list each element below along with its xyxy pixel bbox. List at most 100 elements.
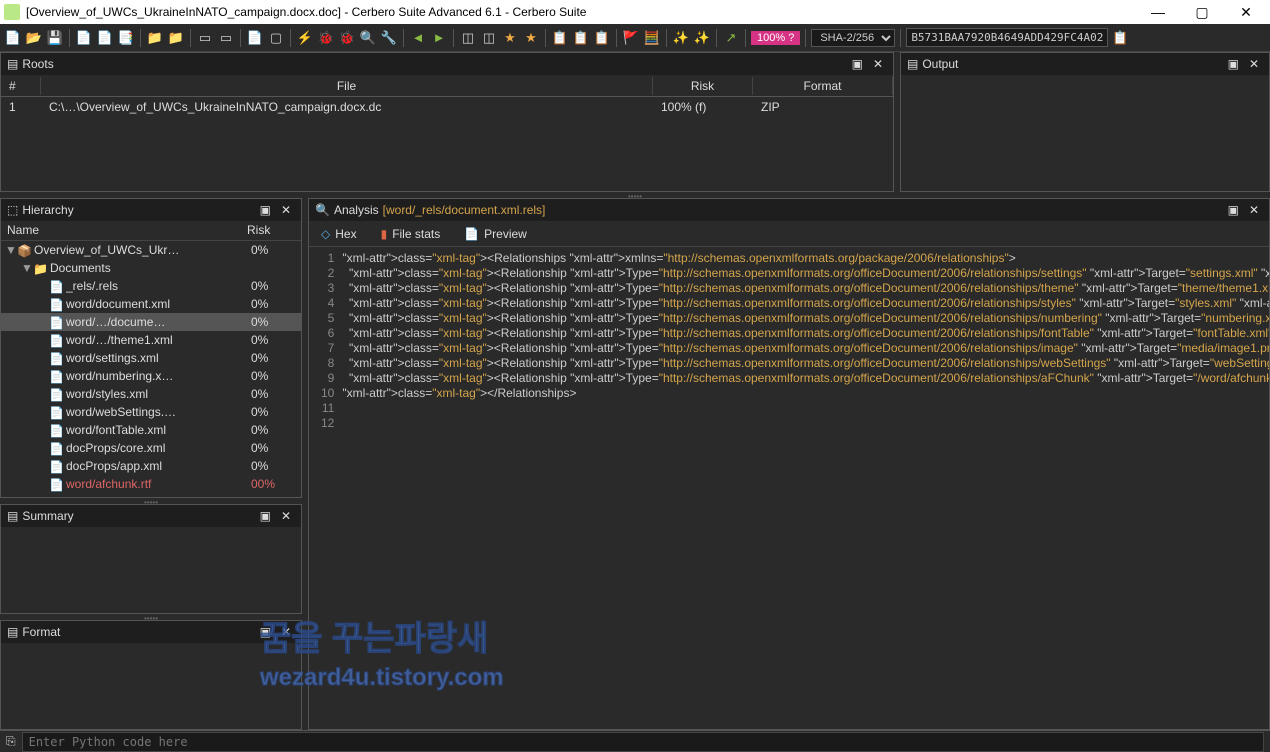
new-icon[interactable]: 📄 xyxy=(4,29,22,47)
col-risk[interactable]: Risk xyxy=(653,77,753,95)
tree-item[interactable]: 📄word/styles.xml0% xyxy=(1,385,301,403)
wand2-icon[interactable]: ✨ xyxy=(693,29,711,47)
panel-close-icon[interactable]: ✕ xyxy=(1245,57,1263,71)
folder-icon[interactable]: 📁 xyxy=(146,29,164,47)
back-icon[interactable]: ◄ xyxy=(409,29,427,47)
tree-item[interactable]: 📄docProps/core.xml0% xyxy=(1,439,301,457)
file-icon: 📄 xyxy=(49,352,63,364)
tree-item-label: word/…/theme1.xml xyxy=(66,333,251,347)
hierarchy-tree[interactable]: ▼📦Overview_of_UWCs_Ukr…0%▼📁Documents📄_re… xyxy=(1,241,301,497)
flag-icon[interactable]: 🚩 xyxy=(622,29,640,47)
col-num[interactable]: # xyxy=(1,77,41,95)
summary-header: ▤ Summary ▣✕ xyxy=(1,505,301,527)
copy-hash-icon[interactable]: 📋 xyxy=(1111,29,1129,47)
tree-item[interactable]: ▼📁Documents xyxy=(1,259,301,277)
panel-close-icon[interactable]: ✕ xyxy=(869,57,887,71)
tree-item-risk: 0% xyxy=(251,243,301,257)
tree-item[interactable]: 📄word/webSettings.…0% xyxy=(1,403,301,421)
star2-icon[interactable]: ★ xyxy=(522,29,540,47)
analysis-panel: 🔍 Analysis [word/_rels/document.xml.rels… xyxy=(308,198,1270,730)
tree-toggle-icon[interactable]: ▼ xyxy=(5,243,17,257)
tree-item[interactable]: ▼📦Overview_of_UWCs_Ukr…0% xyxy=(1,241,301,259)
tree-item[interactable]: 📄word/…/theme1.xml0% xyxy=(1,331,301,349)
panel-undock-icon[interactable]: ▣ xyxy=(256,509,275,523)
tree-item[interactable]: 📄word/settings.xml0% xyxy=(1,349,301,367)
ico3-icon[interactable]: 📋 xyxy=(593,29,611,47)
tool-icon[interactable]: 🔧 xyxy=(380,29,398,47)
panel-close-icon[interactable]: ✕ xyxy=(277,625,295,639)
doc-icon[interactable]: 📄 xyxy=(75,29,93,47)
hex-icon: ◇ xyxy=(321,227,330,241)
panel-undock-icon[interactable]: ▣ xyxy=(848,57,867,71)
panel-close-icon[interactable]: ✕ xyxy=(277,203,295,217)
tree-item[interactable]: 📄word/afchunk.rtf00% xyxy=(1,475,301,493)
bolt-icon[interactable]: ⚡ xyxy=(296,29,314,47)
col-risk[interactable]: Risk xyxy=(241,221,301,240)
tree-item[interactable]: 📄word/numbering.x…0% xyxy=(1,367,301,385)
run-icon[interactable]: ↗ xyxy=(722,29,740,47)
tab-filestats[interactable]: ▮File stats xyxy=(375,224,447,244)
panel-close-icon[interactable]: ✕ xyxy=(1245,203,1263,217)
doc2-icon[interactable]: 📄 xyxy=(96,29,114,47)
tree-item[interactable]: 📄word/…/docume…0% xyxy=(1,313,301,331)
panel-close-icon[interactable]: ✕ xyxy=(277,509,295,523)
bug2-icon[interactable]: 🐞 xyxy=(338,29,356,47)
search-icon[interactable]: 🔍 xyxy=(359,29,377,47)
win-icon[interactable]: ▭ xyxy=(196,29,214,47)
close-button[interactable]: ✕ xyxy=(1234,0,1258,24)
doc-icon: 📦 xyxy=(17,244,31,256)
tree-item[interactable]: 📄docProps/app.xml0% xyxy=(1,457,301,475)
output-title: Output xyxy=(922,57,958,71)
tree-toggle-icon[interactable]: ▼ xyxy=(21,261,33,275)
panel-undock-icon[interactable]: ▣ xyxy=(1224,57,1243,71)
output-icon: ▤ xyxy=(907,57,918,71)
db2-icon[interactable]: ◫ xyxy=(480,29,498,47)
python-input[interactable] xyxy=(22,732,1264,752)
star-icon[interactable]: ★ xyxy=(501,29,519,47)
tree-item-label: docProps/app.xml xyxy=(66,459,251,473)
calc-icon[interactable]: 🧮 xyxy=(643,29,661,47)
db-icon[interactable]: ◫ xyxy=(459,29,477,47)
doc3-icon[interactable]: 📑 xyxy=(117,29,135,47)
panel-undock-icon[interactable]: ▣ xyxy=(256,203,275,217)
page-icon[interactable]: 📄 xyxy=(246,29,264,47)
panel-undock-icon[interactable]: ▣ xyxy=(1224,203,1243,217)
tree-item-label: docProps/core.xml xyxy=(66,441,251,455)
tree-item[interactable]: 📄_rels/.rels0% xyxy=(1,277,301,295)
save-icon[interactable]: 💾 xyxy=(46,29,64,47)
wand-icon[interactable]: ✨ xyxy=(672,29,690,47)
page2-icon[interactable]: ▢ xyxy=(267,29,285,47)
file-icon: 📄 xyxy=(49,406,63,418)
win2-icon[interactable]: ▭ xyxy=(217,29,235,47)
cell-risk: 100% (f) xyxy=(653,98,753,116)
bug-icon[interactable]: 🐞 xyxy=(317,29,335,47)
folder2-icon[interactable]: 📁 xyxy=(167,29,185,47)
stats-icon: ▮ xyxy=(381,227,388,241)
folder-icon: 📁 xyxy=(33,262,47,274)
roots-row[interactable]: 1 C:\…\Overview_of_UWCs_UkraineInNATO_ca… xyxy=(1,97,893,117)
hierarchy-header: ⬚ Hierarchy ▣✕ xyxy=(1,199,301,221)
col-format[interactable]: Format xyxy=(753,77,893,95)
hierarchy-columns: Name Risk xyxy=(1,221,301,241)
analysis-title: Analysis xyxy=(334,203,379,217)
roots-icon: ▤ xyxy=(7,57,18,71)
maximize-button[interactable]: ▢ xyxy=(1190,0,1214,24)
tree-item-risk: 00% xyxy=(251,477,301,491)
tab-hex[interactable]: ◇Hex xyxy=(315,224,363,244)
tab-preview[interactable]: 📄Preview xyxy=(458,224,533,244)
col-file[interactable]: File xyxy=(41,77,653,95)
preview-icon: 📄 xyxy=(464,227,479,241)
tree-item-label: Documents xyxy=(50,261,251,275)
code-editor[interactable]: 123456789101112 "xml-attr">class="xml-ta… xyxy=(309,247,1269,729)
open-icon[interactable]: 📂 xyxy=(25,29,43,47)
tree-item[interactable]: 📄word/fontTable.xml0% xyxy=(1,421,301,439)
forward-icon[interactable]: ► xyxy=(430,29,448,47)
panel-undock-icon[interactable]: ▣ xyxy=(256,625,275,639)
output-panel: ▤ Output ▣✕ xyxy=(900,52,1270,192)
ico2-icon[interactable]: 📋 xyxy=(572,29,590,47)
hash-algo-select[interactable]: SHA-2/256 xyxy=(811,29,895,47)
ico1-icon[interactable]: 📋 xyxy=(551,29,569,47)
minimize-button[interactable]: — xyxy=(1146,0,1170,24)
col-name[interactable]: Name xyxy=(1,221,241,240)
tree-item[interactable]: 📄word/document.xml0% xyxy=(1,295,301,313)
